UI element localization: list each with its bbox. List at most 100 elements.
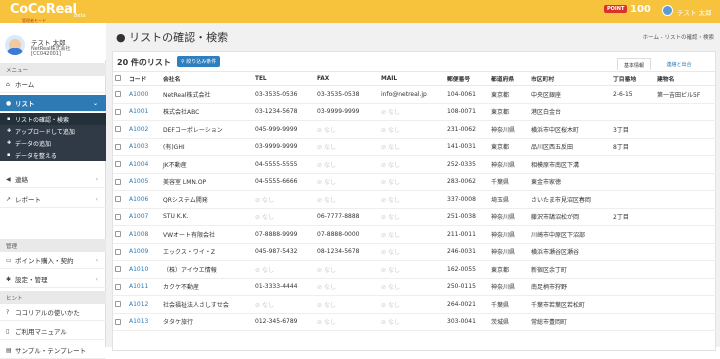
row-checkbox[interactable] [115,248,121,255]
table-cell: 04-5555-6666 [253,173,315,191]
tab-contact[interactable]: 連絡と出合 [653,58,705,70]
table-cell[interactable]: A1003 [127,138,161,156]
table-cell[interactable]: A1006 [127,190,161,209]
row-checkbox[interactable] [115,161,121,168]
table-cell[interactable]: A1009 [127,243,161,261]
table-cell[interactable]: A1000 [127,85,161,104]
table-row[interactable]: A1005 美容室 LMN.OP 04-5555-6666 ⊘ なし ⊘ なし 283-0… [113,173,717,191]
col-header[interactable]: TEL [253,71,315,86]
table-row[interactable]: A1002 DEFコーポレーション 045-999-9999 ⊘ なし ⊘ なし 231-… [113,120,717,139]
table-cell[interactable]: A1004 [127,155,161,174]
row-checkbox[interactable] [115,196,121,203]
logo-beta-tag: Beta [74,13,86,19]
col-header[interactable]: FAX [315,71,379,86]
table-row[interactable]: A1006 QRシステム開発 ⊘ なし ⊘ なし ⊘ なし 337-0008 埼玉県 さいたま… [113,190,717,209]
breadcrumb[interactable]: ホーム - リストの確認・検索 [643,33,714,41]
table-cell[interactable]: A1007 [127,208,161,226]
col-header[interactable]: 丁目番地 [611,71,655,86]
file-icon: ▤ [6,346,12,354]
row-checkbox[interactable] [115,178,121,185]
table-cell [611,190,655,209]
table-cell[interactable]: A1011 [127,278,161,296]
sidebar-item-manual[interactable]: ▯ ご利用マニュアル [0,323,106,340]
row-checkbox[interactable] [115,318,121,325]
app-logo[interactable]: CoCoReal [10,2,77,17]
sidebar-item-contact[interactable]: ◀ 連絡 ‹ [0,171,106,188]
sidebar-item-report[interactable]: ↗ レポート ‹ [0,191,106,208]
table-cell: info@netreal.jp [379,85,445,104]
upload-icon: ✚ [7,128,12,134]
sidebar-item-list[interactable]: ● リスト ⌄ [0,95,106,112]
table-row[interactable]: A1001 株式会社ABC 03-1234-5678 03-9999-9999 ⊘ なし… [113,103,717,121]
sidebar-item-points[interactable]: ▭ ポイント購入・契約 ‹ [0,252,106,269]
filter-button[interactable]: ⚲ 絞り込み条件 [177,56,221,67]
row-checkbox[interactable] [115,108,121,115]
table-cell: NetReal株式会社 [161,85,253,104]
table-row[interactable]: A1007 STU K.K. ⊘ なし 06-7777-8888 ⊘ なし 251-003… [113,208,717,226]
col-header[interactable]: 郵便番号 [445,71,489,86]
table-cell: エックス・ワイ・Z [161,243,253,261]
chevron-left-icon: ‹ [95,275,98,283]
table-row[interactable]: A1009 エックス・ワイ・Z 045-987-5432 08-1234-5678 ⊘ … [113,243,717,261]
table-cell[interactable]: A1012 [127,295,161,314]
sidebar-item-howto[interactable]: ? ココリアルの使いかた [0,304,106,321]
sidebar-item-samples[interactable]: ▤ サンプル・テンプレート [0,342,106,359]
table-cell [611,225,655,244]
col-header[interactable]: 建物名 [655,71,717,86]
sidebar-item-settings[interactable]: ✱ 設定・管理 ‹ [0,271,106,288]
table-cell: 01-3333-4444 [253,278,315,296]
table-cell: 品川区西五反田 [529,138,611,156]
table-row[interactable]: A1004 JK不動産 04-5555-5555 ⊘ なし ⊘ なし 252-0335 神奈… [113,155,717,174]
row-checkbox[interactable] [115,283,121,290]
col-header[interactable]: 都道府県 [489,71,529,86]
empty-value: なし [387,266,400,274]
table-cell: 東京都 [489,103,529,121]
table-cell [655,313,717,331]
table-cell[interactable]: A1013 [127,313,161,331]
row-checkbox[interactable] [115,91,121,98]
table-cell[interactable]: A1002 [127,120,161,139]
row-checkbox[interactable] [115,266,121,273]
table-cell [655,208,717,226]
table-row[interactable]: A1012 社会福祉法人さしすせ会 ⊘ なし ⊘ なし ⊘ なし 264-0021 千葉県千… [113,295,717,314]
select-all-checkbox[interactable] [115,75,121,82]
table-cell: 南足柄市狩野 [529,278,611,296]
table-cell: 港区白金台 [529,103,611,121]
row-checkbox[interactable] [115,301,121,308]
table-row[interactable]: A1000 NetReal株式会社 03-3535-0536 03-3535-0538… [113,85,717,104]
table-row[interactable]: A1010 （株）アイウエ情報 ⊘ なし ⊘ なし ⊘ なし 162-0055 東京都 新宿区… [113,260,717,279]
row-checkbox[interactable] [115,213,121,220]
sidebar-sub-search[interactable]: ▪ リストの確認・検索 [0,113,106,125]
col-header[interactable]: 会社名 [161,71,253,86]
table-cell[interactable]: A1005 [127,173,161,191]
sidebar-sub-upload[interactable]: ✚ アップロードして追加 [0,125,106,137]
table-row[interactable]: A1008 VWオート有限会社 07-8888-9999 07-8888-0000 ⊘ … [113,225,717,244]
table-cell[interactable]: A1008 [127,225,161,244]
row-checkbox[interactable] [115,126,121,133]
table-cell: 藤沢市鵠沼松が岡 [529,208,611,226]
table-cell [611,313,655,331]
empty-value: なし [387,319,400,327]
table-row[interactable]: A1013 タタケ旅行 012-345-6789 ⊘ なし ⊘ なし 303-0041 茨城… [113,313,717,331]
user-menu[interactable]: テスト 太郎 [677,7,712,17]
sidebar-sub-add[interactable]: ✚ データの追加 [0,137,106,149]
table-cell: ⊘ なし [379,225,445,244]
table-cell: 神奈川県 [489,120,529,139]
col-header[interactable]: MAIL [379,71,445,86]
row-checkbox[interactable] [115,231,121,238]
table-cell[interactable]: A1010 [127,260,161,279]
sidebar-item-home[interactable]: ⌂ ホーム [0,76,106,93]
table-row[interactable]: A1011 カクケ不動産 01-3333-4444 ⊘ なし ⊘ なし 250-0115 神… [113,278,717,296]
user-avatar-icon[interactable] [662,5,673,16]
tab-basic-info[interactable]: 基本情報 [617,58,651,70]
col-header[interactable]: 市区町村 [529,71,611,86]
table-cell: 中央区銀座 [529,85,611,104]
table-cell [655,260,717,279]
sidebar-sub-clean[interactable]: ▪ データを整える [0,149,106,161]
row-checkbox[interactable] [115,143,121,150]
col-header[interactable]: コード [127,71,161,86]
table-cell[interactable]: A1001 [127,103,161,121]
table-row[interactable]: A1003 (有)GHI 03-9999-9999 ⊘ なし ⊘ なし 141-0031 東… [113,138,717,156]
empty-value: なし [323,319,336,327]
table-cell: ⊘ なし [379,243,445,261]
